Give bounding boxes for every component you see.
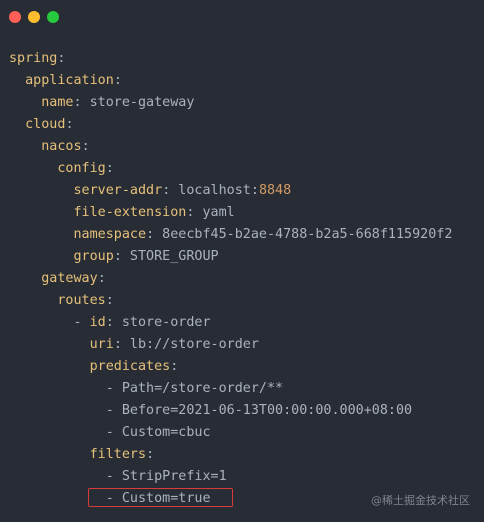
yaml-value: : xyxy=(81,139,90,154)
yaml-key: filters xyxy=(89,447,147,462)
minimize-dot-icon xyxy=(28,11,40,23)
code-line: application: xyxy=(9,70,452,92)
yaml-value: : store-order xyxy=(105,315,211,330)
code-line: name: store-gateway xyxy=(9,92,452,114)
code-line: cloud: xyxy=(9,114,452,136)
watermark: @稀土掘金技术社区 xyxy=(371,494,470,507)
yaml-key: name xyxy=(41,95,74,110)
yaml-key: predicates xyxy=(89,359,171,374)
yaml-value: : xyxy=(105,293,114,308)
yaml-value: : localhost: xyxy=(162,183,259,198)
yaml-key: id xyxy=(89,315,106,330)
maximize-dot-icon xyxy=(47,11,59,23)
code-line: routes: xyxy=(9,290,452,312)
code-line: server-addr: localhost:8848 xyxy=(9,180,452,202)
yaml-value: : xyxy=(65,117,74,132)
highlight-box xyxy=(88,488,233,507)
yaml-key: file-extension xyxy=(73,205,187,220)
yaml-value: : yaml xyxy=(186,205,235,220)
yaml-key: spring xyxy=(9,51,58,66)
code-line: uri: lb://store-order xyxy=(9,334,452,356)
code-line: predicates: xyxy=(9,356,452,378)
code-line: file-extension: yaml xyxy=(9,202,452,224)
yaml-value: : xyxy=(105,161,114,176)
yaml-value: - Path=/store-order/** xyxy=(105,381,284,396)
yaml-value: : xyxy=(97,271,106,286)
yaml-value: : xyxy=(170,359,179,374)
yaml-value: : 8eecbf45-b2ae-4788-b2a5-668f115920f2 xyxy=(146,227,453,242)
close-dot-icon xyxy=(9,11,21,23)
yaml-key: routes xyxy=(57,293,106,308)
code-line: nacos: xyxy=(9,136,452,158)
code-line: config: xyxy=(9,158,452,180)
yaml-key: cloud xyxy=(25,117,66,132)
code-line: spring: xyxy=(9,48,452,70)
yaml-key: server-addr xyxy=(73,183,163,198)
yaml-value: - Custom=cbuc xyxy=(105,425,211,440)
yaml-value: - Before=2021-06-13T00:00:00.000+08:00 xyxy=(105,403,413,418)
yaml-number: 8848 xyxy=(258,183,292,198)
yaml-value: : xyxy=(113,73,122,88)
code-line: - Custom=cbuc xyxy=(9,422,452,444)
code-line: - StripPrefix=1 xyxy=(9,466,452,488)
yaml-key: namespace xyxy=(73,227,147,242)
code-line: namespace: 8eecbf45-b2ae-4788-b2a5-668f1… xyxy=(9,224,453,246)
yaml-value: : STORE_GROUP xyxy=(113,249,219,264)
code-line: gateway: xyxy=(9,268,452,290)
yaml-value: : store-gateway xyxy=(73,95,195,110)
yaml-key: nacos xyxy=(41,139,82,154)
code-line: - Before=2021-06-13T00:00:00.000+08:00 xyxy=(9,400,452,422)
code-line: - Path=/store-order/** xyxy=(9,378,452,400)
yaml-key: uri xyxy=(89,337,114,352)
yaml-value: : xyxy=(146,447,155,462)
yaml-key: config xyxy=(57,161,106,176)
yaml-value: : xyxy=(57,51,66,66)
yaml-key: application xyxy=(25,73,114,88)
yaml-value: - xyxy=(73,315,90,330)
yaml-value: - StripPrefix=1 xyxy=(105,469,227,484)
yaml-key: group xyxy=(73,249,114,264)
code-line: filters: xyxy=(9,444,452,466)
yaml-key: gateway xyxy=(41,271,98,286)
code-block: spring: application: name: store-gateway… xyxy=(9,48,452,510)
code-line: - id: store-order xyxy=(9,312,452,334)
window-controls xyxy=(9,11,59,23)
code-line: group: STORE_GROUP xyxy=(9,246,452,268)
yaml-value: : lb://store-order xyxy=(113,337,259,352)
